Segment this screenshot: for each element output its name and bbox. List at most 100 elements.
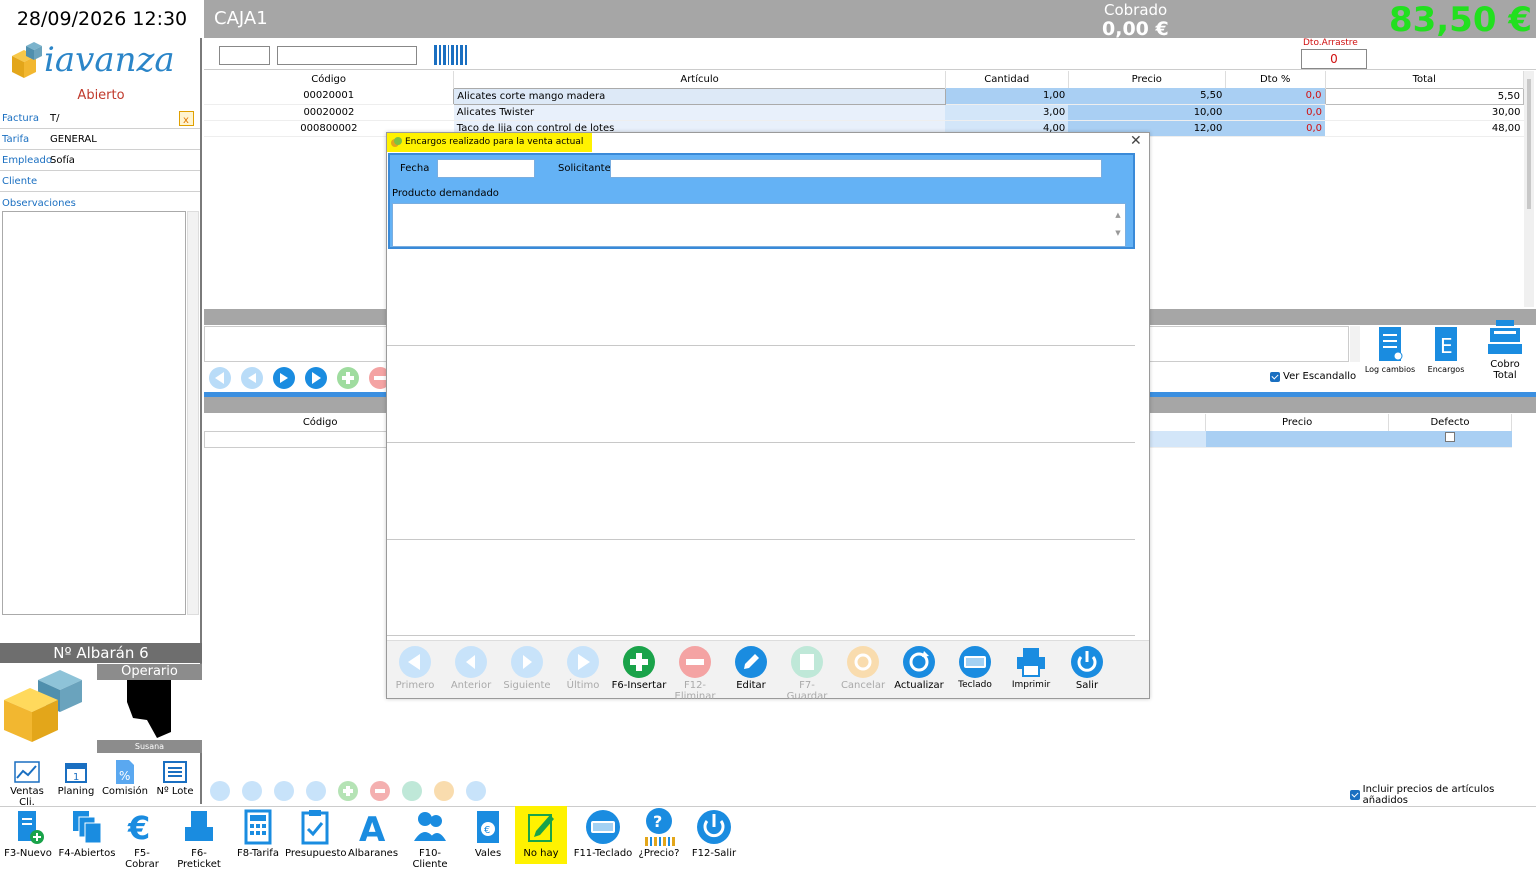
defecto-checkbox[interactable] [1445,432,1456,443]
col-cantidad[interactable]: Cantidad [945,71,1069,88]
description-scrollbar[interactable] [1350,326,1360,362]
editar-label: Editar [736,680,766,691]
cancelar-button[interactable]: Cancelar [835,644,891,691]
coins-icon [391,137,402,147]
col-codigo[interactable]: Código [204,71,455,88]
last2-nav-icon [306,781,326,801]
observaciones-scrollbar[interactable] [187,211,199,615]
cell2-defecto[interactable] [1388,431,1512,448]
log-cambios-button[interactable]: Log cambios [1364,325,1416,374]
edit-pencil-icon [528,814,554,842]
salir-button[interactable]: Salir [1059,644,1115,691]
tarifa-button[interactable]: F8-Tarifa [233,806,283,864]
checkbox-checked-icon[interactable] [1270,371,1280,382]
save2-nav-icon [402,781,422,801]
record-separator [387,635,1135,636]
primero-button[interactable]: Primero [387,644,443,691]
incluir-precios-checkbox[interactable]: Incluir precios de artículos añadidos [1350,784,1536,806]
lines-scrollbar[interactable] [1524,71,1534,307]
actualizar-button[interactable]: Actualizar [891,644,947,691]
factura-key: Factura [2,113,39,124]
siguiente-button[interactable]: Siguiente [499,644,555,691]
guardar-button[interactable]: F7-Guardar [779,644,835,702]
nuevo-button[interactable]: F3-Nuevo [4,806,52,864]
euro-icon: € [127,809,150,845]
col-articulo[interactable]: Artículo [453,71,946,88]
refresh2-nav-icon [466,781,486,801]
preticket-label: F6-Preticket [177,848,221,870]
teclado-button[interactable]: Teclado [947,644,1003,690]
cell-precio: 10,00 [1068,104,1226,121]
cliente-key: Cliente [2,176,38,187]
col2-precio[interactable]: Precio [1205,414,1390,431]
table-row[interactable]: 00020001 Alicates corte mango madera 1,0… [204,87,1525,105]
svg-text:?: ? [653,812,662,831]
next-icon [511,646,543,678]
first-icon [399,646,431,678]
presupuesto-label: Presupuesto [285,848,347,859]
tarifa-key: Tarifa [2,134,30,145]
preticket-button[interactable]: F6-Preticket [170,806,228,870]
encargos-button[interactable]: E Encargos [1422,325,1470,374]
planing-button[interactable]: 1 Planing [51,758,101,804]
cobrar-button[interactable]: € F5-Cobrar [119,806,165,870]
barcode-icon[interactable] [434,45,470,65]
comision-button[interactable]: % Comisión [100,758,150,804]
abiertos-label: F4-Abiertos [58,848,116,859]
observaciones-textarea[interactable] [2,211,186,615]
imprimir-button[interactable]: Imprimir [1003,644,1059,690]
cobro-total-button[interactable]: Cobro Total [1480,318,1530,381]
factura-row[interactable]: Factura T/ x [0,109,200,129]
no-hay-button[interactable]: No hay [515,806,567,864]
lines-grid: Código Artículo Cantidad Precio Dto % To… [204,71,1525,137]
ver-escandallo-checkbox[interactable]: Ver Escandallo [1270,371,1356,382]
anterior-button[interactable]: Anterior [443,644,499,691]
percent-doc-icon: % [116,760,134,784]
no-hay-label: No hay [523,848,559,859]
eliminar-button[interactable]: F12-Eliminar [667,644,723,702]
albaran-number: Nº Albarán 6 [0,643,202,663]
dto-arrastre-label: Dto.Arrastre [1303,38,1358,48]
vales-button[interactable]: € Vales [465,806,511,864]
cliente-button[interactable]: F10-Cliente [402,806,458,870]
code-input[interactable] [277,46,417,65]
next2-nav-icon [274,781,294,801]
cobrado-label: Cobrado [1104,1,1168,19]
cell-articulo: Alicates corte mango madera [453,87,946,105]
col-dto[interactable]: Dto % [1225,71,1326,88]
empleado-value: Sofía [50,155,75,166]
ultimo-button[interactable]: Último [555,644,611,691]
table-row[interactable]: 00020002 Alicates Twister 3,00 10,00 0,0… [204,104,1524,121]
col-precio[interactable]: Precio [1068,71,1226,88]
checkbox-checked-icon[interactable] [1350,790,1360,800]
empleado-row[interactable]: Empleado Sofía [0,151,200,171]
fecha-input[interactable] [437,159,535,178]
cell-codigo: 00020001 [204,88,454,105]
quantity-input[interactable] [219,46,270,65]
excel-icon[interactable]: x [179,111,194,126]
editar-button[interactable]: Editar [723,644,779,691]
albaranes-button[interactable]: A Albaranes [348,806,398,864]
producto-textarea[interactable]: ▲ ▼ [392,203,1126,247]
col2-defecto[interactable]: Defecto [1388,414,1512,431]
insertar-button[interactable]: F6-Insertar [611,644,667,691]
teclado-bottom-button[interactable]: F11-Teclado [573,806,633,864]
solicitante-input[interactable] [610,159,1102,178]
caja-name: CAJA1 [214,8,268,29]
num-lote-button[interactable]: Nº Lote [150,758,200,804]
empleado-key: Empleado [2,155,52,166]
dialog-close-button[interactable]: ✕ [1130,133,1142,149]
primero-label: Primero [395,680,435,691]
salir-bottom-button[interactable]: F12-Salir [688,806,740,864]
power-icon [1071,646,1103,678]
producto-scrollbar[interactable]: ▲ ▼ [1113,206,1123,244]
col-total[interactable]: Total [1325,71,1525,88]
calculator-icon [244,809,272,845]
dto-arrastre-input[interactable]: 0 [1301,49,1367,69]
presupuesto-button[interactable]: Presupuesto [285,806,347,864]
abiertos-button[interactable]: F4-Abiertos [58,806,116,864]
ventas-cli-button[interactable]: Ventas Cli. [2,758,52,808]
precio-button[interactable]: ? ¿Precio? [636,806,682,864]
tarifa-row[interactable]: Tarifa GENERAL [0,130,200,150]
cliente-row[interactable]: Cliente [0,172,200,192]
